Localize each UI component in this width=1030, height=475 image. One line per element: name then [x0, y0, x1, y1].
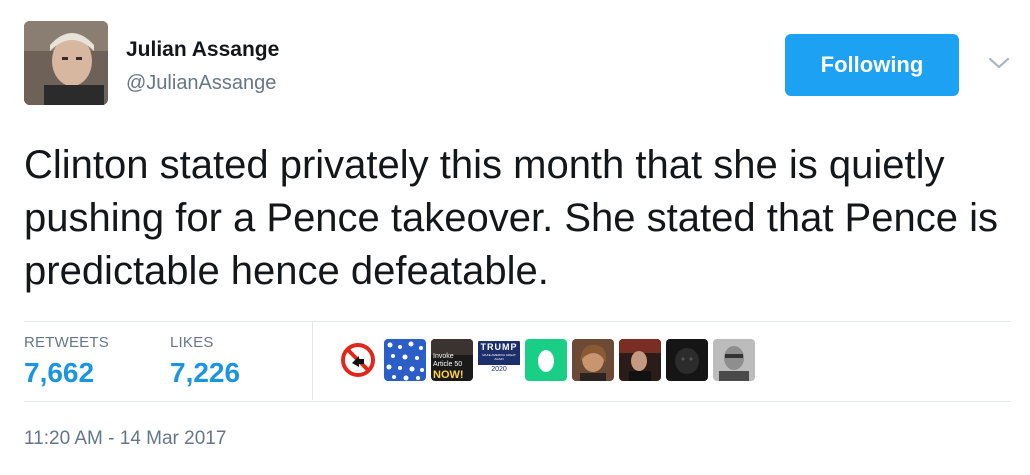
following-button[interactable]: Following	[785, 34, 959, 96]
likes-label: LIKES	[170, 334, 214, 351]
divider-top	[24, 321, 1010, 322]
liker-avatar[interactable]	[713, 339, 755, 381]
retweets-count[interactable]: 7,662	[24, 357, 109, 389]
liked-by-avatars: Invoke Article 50 NOW! TRUMP MAKE AMERIC…	[337, 339, 755, 381]
avatar-photo	[24, 21, 108, 105]
author-avatar[interactable]	[24, 21, 108, 105]
year-badge-text: 2020	[491, 366, 507, 373]
liker-avatar[interactable]	[572, 339, 614, 381]
liker-avatar[interactable]	[337, 339, 379, 381]
trump-badge-text: TRUMP	[480, 342, 518, 352]
no-symbol-icon	[337, 339, 379, 381]
liker-photo	[666, 339, 708, 381]
likes-stat[interactable]: LIKES 7,226	[170, 334, 240, 389]
liker-photo	[713, 339, 755, 381]
now-badge-text: NOW!	[433, 369, 464, 381]
tweet-timestamp[interactable]: 11:20 AM - 14 Mar 2017	[24, 428, 226, 450]
liker-avatar[interactable]	[619, 339, 661, 381]
liker-avatar[interactable]	[666, 339, 708, 381]
liker-photo	[572, 339, 614, 381]
egg-icon	[525, 339, 567, 381]
retweets-label: RETWEETS	[24, 334, 109, 351]
liker-avatar[interactable]	[384, 339, 426, 381]
liker-avatar[interactable]	[525, 339, 567, 381]
stats-separator	[312, 322, 313, 400]
trump-subtext: MAKE AMERICA GREAT AGAIN	[482, 353, 516, 361]
author-handle[interactable]: @JulianAssange	[126, 72, 276, 95]
author-name[interactable]: Julian Assange	[126, 38, 279, 62]
retweets-stat[interactable]: RETWEETS 7,662	[24, 334, 109, 389]
tweet-text: Clinton stated privately this month that…	[24, 143, 998, 293]
likes-count[interactable]: 7,226	[170, 357, 240, 389]
liker-photo	[619, 339, 661, 381]
divider-bottom	[24, 401, 1010, 402]
snowflake-pattern-icon	[384, 339, 426, 381]
liker-avatar[interactable]: Invoke Article 50 NOW!	[431, 339, 473, 381]
liker-avatar[interactable]: TRUMP MAKE AMERICA GREAT AGAIN 2020	[478, 339, 520, 381]
invoke-badge-text: Invoke Article 50	[433, 353, 463, 368]
chevron-down-icon[interactable]	[988, 56, 1010, 70]
